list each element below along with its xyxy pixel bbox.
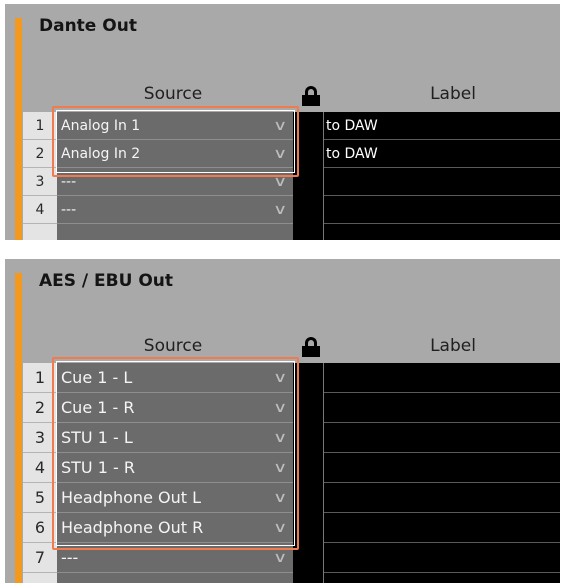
label-field[interactable] <box>324 453 560 483</box>
panel-accent-bar <box>15 273 22 583</box>
label-field[interactable] <box>324 196 560 224</box>
label-field[interactable] <box>324 483 560 513</box>
source-select[interactable]: --- ∨ <box>57 196 293 224</box>
lock-icon <box>302 337 320 357</box>
panel-accent-bar <box>15 18 22 240</box>
label-column-header: Label <box>430 336 476 356</box>
source-select-value: --- <box>61 202 77 218</box>
aes-ebu-out-panel: AES / EBU Out Source Label 1 2 3 4 5 6 7… <box>5 259 560 583</box>
label-field[interactable] <box>324 363 560 393</box>
lock-icon <box>302 86 320 106</box>
chevron-down-icon: ∨ <box>272 202 288 218</box>
label-field[interactable] <box>324 423 560 453</box>
panel-title: Dante Out <box>39 16 137 36</box>
source-column-header: Source <box>143 84 203 104</box>
label-field[interactable] <box>324 168 560 196</box>
source-select-value: --- <box>61 548 79 567</box>
panel-title: AES / EBU Out <box>39 271 174 291</box>
channel-number: 4 <box>23 196 57 224</box>
dante-out-panel: Dante Out Source Label 1 2 3 4 Analog In… <box>5 4 560 240</box>
label-field[interactable] <box>324 513 560 543</box>
source-highlight-box <box>52 357 299 550</box>
label-field[interactable] <box>324 543 560 573</box>
label-field[interactable]: to DAW <box>324 140 560 168</box>
source-highlight-box <box>52 106 299 177</box>
label-field[interactable] <box>324 393 560 423</box>
label-field[interactable]: to DAW <box>324 112 560 140</box>
source-column-header: Source <box>143 336 203 356</box>
label-column: to DAW to DAW <box>323 112 560 240</box>
label-column-header: Label <box>430 84 476 104</box>
label-column <box>323 363 560 583</box>
